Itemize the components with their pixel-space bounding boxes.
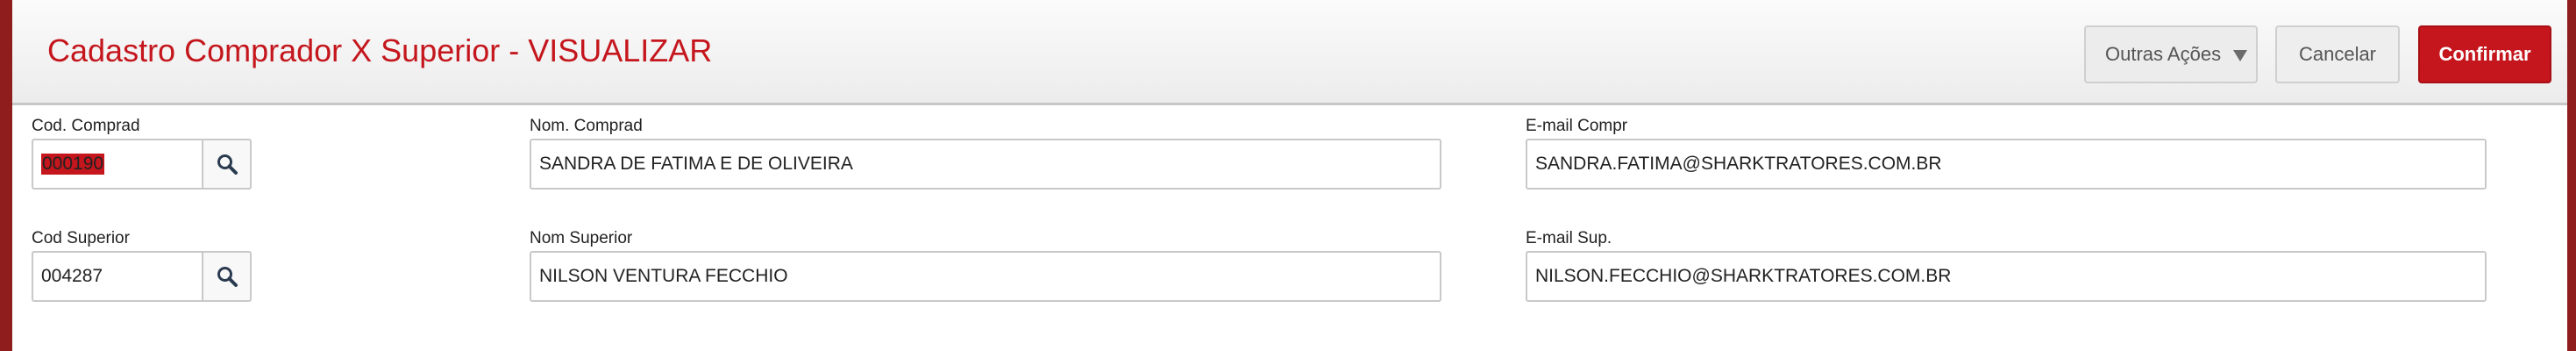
cod-superior-field[interactable]: 004287 [32,251,202,302]
window-frame-left [0,0,12,351]
confirm-button[interactable]: Confirmar [2418,25,2551,83]
nom-comprad-label: Nom. Comprad [530,117,643,135]
cod-comprad-field[interactable]: 000190 [32,139,202,190]
email-sup-field[interactable]: NILSON.FECCHIO@SHARKTRATORES.COM.BR [1526,251,2487,302]
cod-comprad-lookup-button[interactable] [202,139,252,190]
cod-comprad-label: Cod. Comprad [32,117,140,135]
cod-superior-lookup-button[interactable] [202,251,252,302]
email-compr-field[interactable]: SANDRA.FATIMA@SHARKTRATORES.COM.BR [1526,139,2487,190]
search-icon [217,267,238,287]
search-icon [217,154,238,175]
other-actions-button[interactable]: Outras Ações [2084,25,2258,83]
caret-down-icon [2233,50,2247,61]
email-sup-label: E-mail Sup. [1526,229,1612,247]
email-compr-label: E-mail Compr [1526,117,1628,135]
other-actions-label: Outras Ações [2105,43,2222,65]
cod-comprad-value: 000190 [41,154,105,175]
nom-comprad-field[interactable]: SANDRA DE FATIMA E DE OLIVEIRA [530,139,1441,190]
page-title: Cadastro Comprador X Superior - VISUALIZ… [47,32,713,68]
page-header: Cadastro Comprador X Superior - VISUALIZ… [12,0,2567,105]
nom-superior-label: Nom Superior [530,229,633,247]
nom-superior-field[interactable]: NILSON VENTURA FECCHIO [530,251,1441,302]
cancel-button[interactable]: Cancelar [2275,25,2400,83]
cod-superior-label: Cod Superior [32,229,130,247]
window-frame-right [2567,0,2576,351]
